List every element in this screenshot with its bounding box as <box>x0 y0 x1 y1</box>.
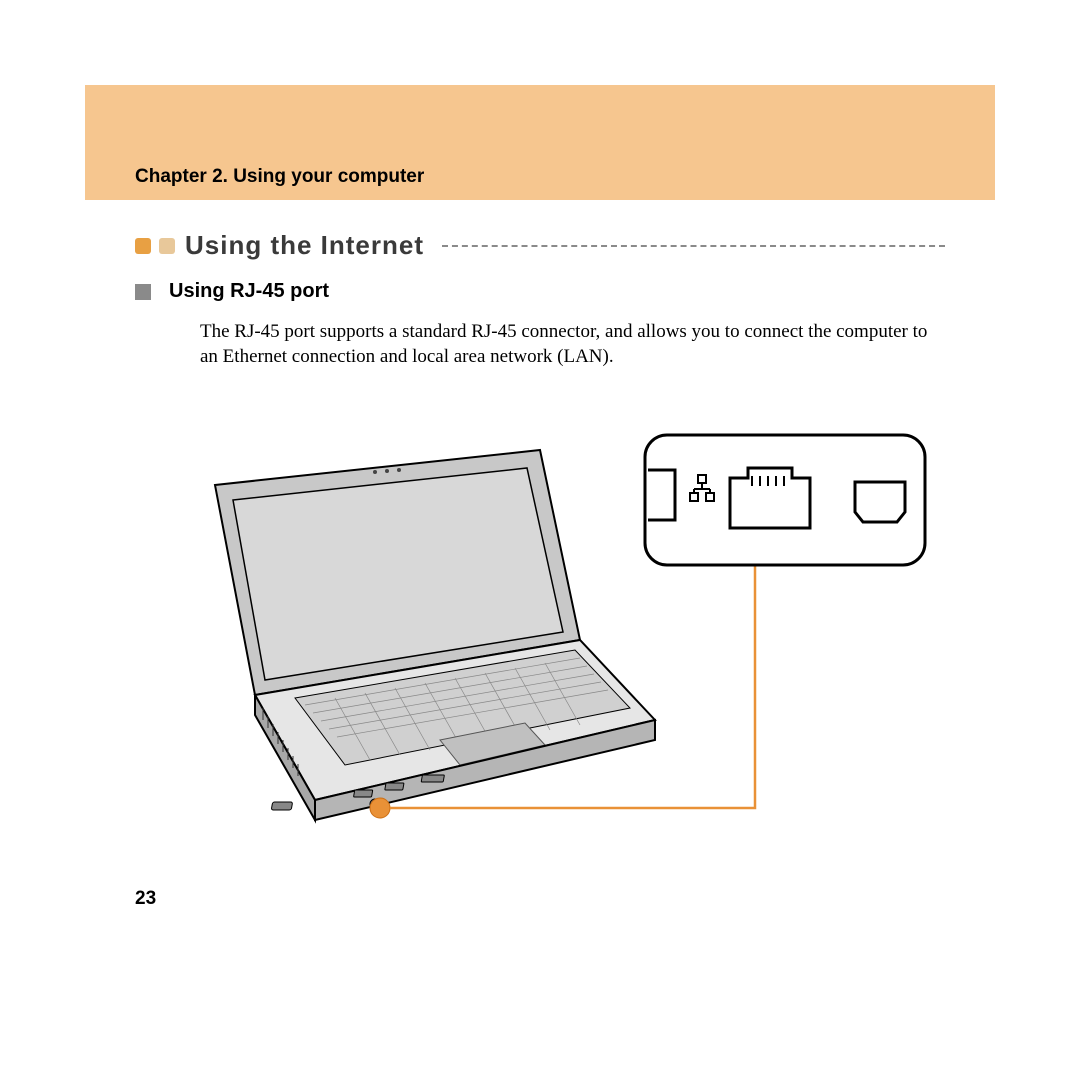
callout-marker-icon <box>370 798 390 818</box>
chapter-banner: Chapter 2. Using your computer <box>85 85 995 200</box>
dash-divider <box>442 245 945 247</box>
bullet-orange-icon <box>135 238 151 254</box>
bullet-square-icon <box>135 284 151 300</box>
subsection-title: Using RJ-45 port <box>169 280 329 303</box>
side-port-icon <box>855 482 905 522</box>
bullet-sand-icon <box>159 238 175 254</box>
chapter-title: Chapter 2. Using your computer <box>135 166 424 188</box>
section-title: Using the Internet <box>185 230 424 261</box>
rj45-port-callout <box>645 435 925 565</box>
subsection-body: The RJ-45 port supports a standard RJ-45… <box>200 320 940 369</box>
subsection-heading-row: Using RJ-45 port <box>135 280 329 303</box>
section-heading-row: Using the Internet <box>135 230 945 261</box>
page-number: 23 <box>135 888 156 910</box>
laptop-diagram <box>135 420 945 860</box>
rj45-port-icon <box>730 468 810 528</box>
